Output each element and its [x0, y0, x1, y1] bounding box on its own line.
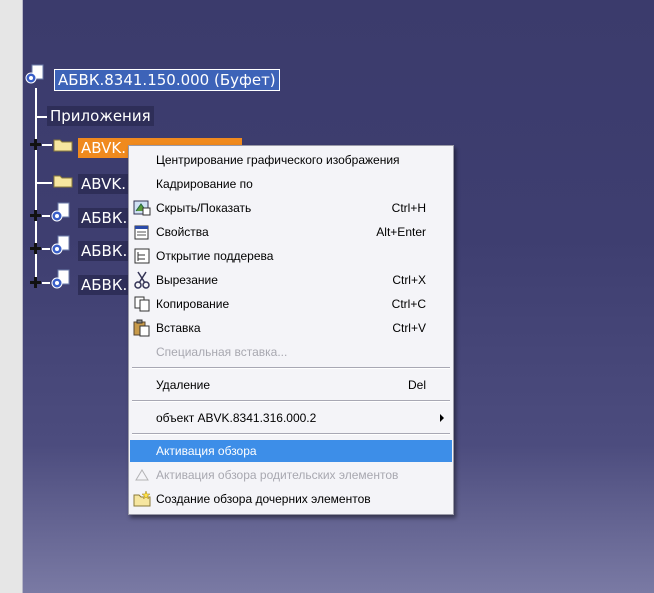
- left-panel-strip: [0, 0, 23, 593]
- properties-icon: [134, 225, 149, 240]
- tree-branch-line: [42, 282, 50, 284]
- tree-branch-line: [42, 248, 50, 250]
- folder-icon: [53, 175, 73, 188]
- menu-separator: [132, 367, 450, 369]
- expand-icon[interactable]: [30, 139, 41, 150]
- expand-icon[interactable]: [30, 210, 41, 221]
- scissors-icon: [134, 271, 150, 289]
- submenu-arrow-icon: [440, 414, 444, 422]
- menu-item-center-graph[interactable]: Центрирование графического изображения: [130, 149, 452, 171]
- tree-branch-line: [42, 215, 50, 217]
- tree-node-label[interactable]: АБВК.: [78, 208, 131, 228]
- tree-applications-label[interactable]: Приложения: [47, 106, 154, 126]
- menu-separator: [132, 400, 450, 402]
- menu-item-properties[interactable]: Свойства Alt+Enter: [130, 221, 452, 243]
- product-icon: [51, 235, 70, 255]
- paste-icon: [133, 319, 150, 337]
- context-menu: Центрирование графического изображения К…: [128, 145, 454, 515]
- menu-item-object-submenu[interactable]: объект ABVK.8341.316.000.2: [130, 407, 452, 429]
- menu-item-copy[interactable]: Копирование Ctrl+C: [130, 293, 452, 315]
- hide-show-icon: [133, 200, 151, 216]
- product-icon[interactable]: [24, 64, 46, 86]
- tree-branch-line: [36, 182, 52, 184]
- tree-node-label[interactable]: АБВК.: [78, 241, 131, 261]
- menu-item-activate-parent-view[interactable]: Активация обзора родительских элементов: [130, 464, 452, 486]
- menu-item-delete[interactable]: Удаление Del: [130, 374, 452, 396]
- tree-node-label[interactable]: АБВК.: [78, 275, 131, 295]
- tree-node-label[interactable]: ABVK.: [78, 174, 129, 194]
- subtree-icon: [134, 248, 150, 264]
- product-icon: [51, 202, 70, 222]
- menu-item-hide-show[interactable]: Скрыть/Показать Ctrl+H: [130, 197, 452, 219]
- menu-item-open-subtree[interactable]: Открытие поддерева: [130, 245, 452, 267]
- menu-item-create-child-view[interactable]: Создание обзора дочерних элементов: [130, 488, 452, 510]
- menu-item-reframe-on[interactable]: Кадрирование по: [130, 173, 452, 195]
- product-icon: [51, 269, 70, 289]
- tree-branch-line: [42, 144, 52, 146]
- folder-star-icon: [133, 490, 151, 507]
- menu-separator: [132, 433, 450, 435]
- folder-icon: [53, 139, 73, 152]
- menu-item-paste-special[interactable]: Специальная вставка...: [130, 341, 452, 363]
- menu-item-activate-view[interactable]: Активация обзора: [130, 440, 452, 462]
- menu-item-paste[interactable]: Вставка Ctrl+V: [130, 317, 452, 339]
- view-icon: [135, 469, 149, 481]
- copy-icon: [134, 296, 150, 312]
- tree-root-label[interactable]: АБВК.8341.150.000 (Буфет): [54, 69, 280, 91]
- expand-icon[interactable]: [30, 277, 41, 288]
- expand-icon[interactable]: [30, 243, 41, 254]
- menu-item-cut[interactable]: Вырезание Ctrl+X: [130, 269, 452, 291]
